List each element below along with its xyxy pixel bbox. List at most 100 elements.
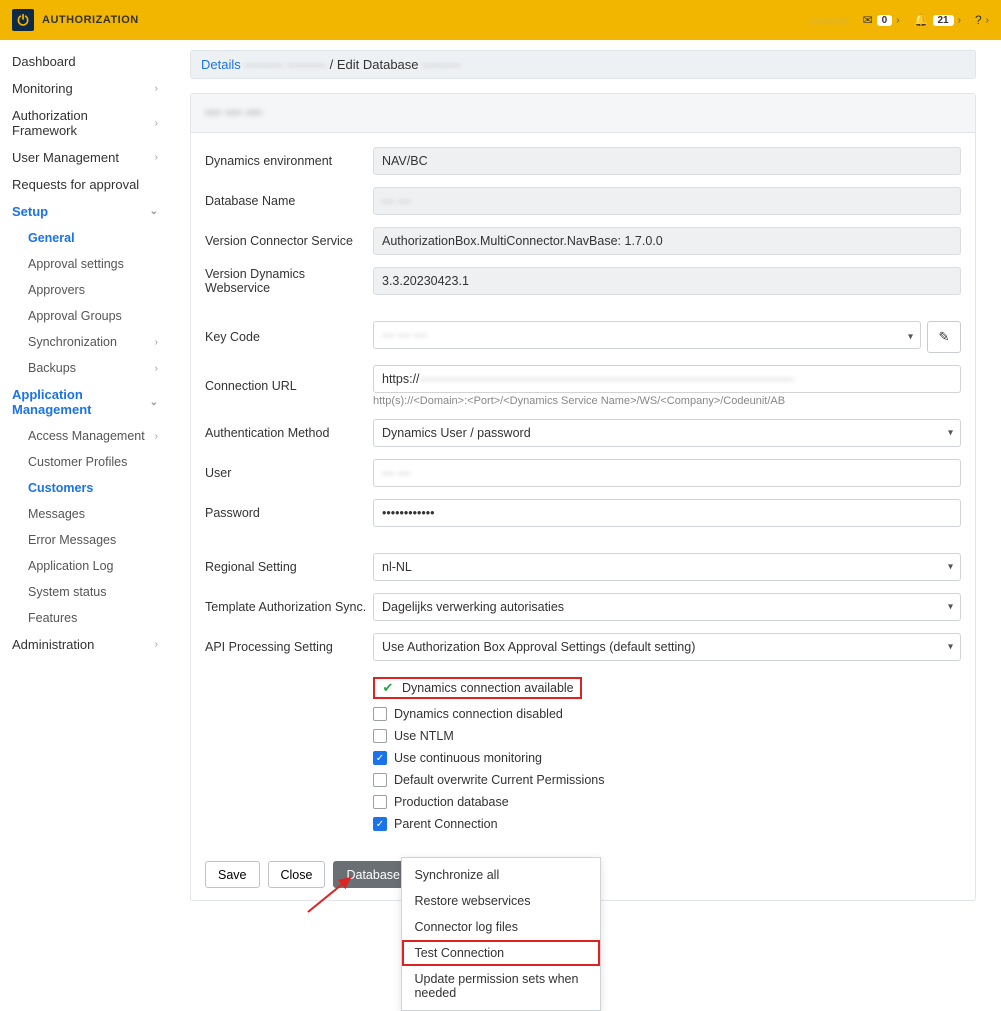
breadcrumb-sep: / [330,57,337,72]
sidebar-item-general[interactable]: General [0,225,170,251]
sidebar-item-synchronization[interactable]: Synchronization› [0,329,170,355]
chevron-right-icon: › [155,152,158,163]
check-label: Dynamics connection available [402,681,574,695]
row-template-sync: Template Authorization Sync. Dagelijks v… [205,587,961,627]
checkbox-overwrite[interactable] [373,773,387,787]
mail-icon: ✉ [863,13,873,27]
help-button[interactable]: ? › [975,13,989,27]
template-sync-select[interactable]: Dagelijks verwerking autorisaties [373,593,961,621]
drop-sync-all[interactable]: Synchronize all [402,862,600,888]
database-dropdown-wrap: Database ▸ Synchronize all Restore webse… [333,861,423,888]
topbar: ⏻ AUTHORIZATION ——— ✉ 0 › 🔔 21 › ? › [0,0,1001,40]
regional-select[interactable]: nl-NL [373,553,961,581]
row-dyn-env: Dynamics environment NAV/BC [205,141,961,181]
chevron-right-icon: › [896,15,899,26]
sidebar-item-dashboard[interactable]: Dashboard [0,48,170,75]
check-parent-conn-row[interactable]: ✓ Parent Connection [373,813,961,835]
topbar-left: ⏻ AUTHORIZATION [12,9,139,31]
label-ver-conn: Version Connector Service [205,234,373,248]
panel-body: Dynamics environment NAV/BC Database Nam… [191,133,975,849]
drop-restore-ws[interactable]: Restore webservices [402,888,600,914]
check-cont-mon-row[interactable]: ✓ Use continuous monitoring [373,747,961,769]
check-conn-disabled-row[interactable]: Dynamics connection disabled [373,703,961,725]
row-keycode: Key Code — — — ✎ [205,315,961,359]
save-button[interactable]: Save [205,861,260,888]
checkbox-parent-conn[interactable]: ✓ [373,817,387,831]
form-panel: — — — Dynamics environment NAV/BC Databa… [190,93,976,901]
sidebar-item-user-mgmt[interactable]: User Management › [0,144,170,171]
check-label: Use NTLM [394,729,454,743]
checkbox-conn-disabled[interactable] [373,707,387,721]
sidebar-item-messages[interactable]: Messages [0,501,170,527]
sidebar-item-label: Synchronization [28,335,117,349]
sidebar-item-approval-settings[interactable]: Approval settings [0,251,170,277]
user-input[interactable]: — — [373,459,961,487]
panel-title: — — — [205,104,262,121]
button-row: Save Close Database ▸ Synchronize all Re… [191,849,975,900]
sidebar-item-system-status[interactable]: System status [0,579,170,605]
sidebar-item-monitoring[interactable]: Monitoring› [0,75,170,102]
row-auth-method: Authentication Method Dynamics User / pa… [205,413,961,453]
drop-conn-logs[interactable]: Connector log files [402,914,600,940]
sidebar-item-error-messages[interactable]: Error Messages [0,527,170,553]
sidebar-item-approval-groups[interactable]: Approval Groups [0,303,170,329]
sidebar-item-app-log[interactable]: Application Log [0,553,170,579]
bell-icon: 🔔 [914,13,929,27]
sidebar-item-label: Approvers [28,283,85,297]
label-user: User [205,466,373,480]
sidebar-item-label: General [28,231,75,245]
brand-name: AUTHORIZATION [42,14,139,26]
sidebar-item-setup[interactable]: Setup ⌄ [0,198,170,225]
sidebar-item-label: Setup [12,204,48,219]
breadcrumb-redacted: ——— ——— [244,57,326,72]
layout: Dashboard Monitoring› Authorization Fram… [0,40,1001,941]
sidebar-item-label: User Management [12,150,119,165]
highlight-conn-avail: ✔ Dynamics connection available [373,677,582,699]
drop-test-conn[interactable]: Test Connection [402,940,600,966]
sidebar-item-app-mgmt[interactable]: Application Management⌄ [0,381,170,423]
mail-button[interactable]: ✉ 0 › [863,13,900,27]
check-ntlm-row[interactable]: Use NTLM [373,725,961,747]
sidebar-item-customer-profiles[interactable]: Customer Profiles [0,449,170,475]
sidebar-item-requests[interactable]: Requests for approval [0,171,170,198]
sidebar-item-label: Approval Groups [28,309,122,323]
label-dyn-env: Dynamics environment [205,154,373,168]
check-overwrite-row[interactable]: Default overwrite Current Permissions [373,769,961,791]
sidebar-item-label: Monitoring [12,81,73,96]
bell-button[interactable]: 🔔 21 › [914,13,961,27]
breadcrumb-details-link[interactable]: Details [201,57,241,72]
label-conn-url: Connection URL [205,379,373,393]
conn-url-input[interactable]: https://—————————————————————————————— [373,365,961,393]
check-prod-db-row[interactable]: Production database [373,791,961,813]
chevron-down-icon: ⌄ [150,206,158,217]
sidebar-item-approvers[interactable]: Approvers [0,277,170,303]
main-content: Details ——— ——— / Edit Database ——— — — … [170,40,990,941]
checkbox-prod-db[interactable] [373,795,387,809]
sidebar-item-label: Customers [28,481,93,495]
keycode-select[interactable]: — — — [373,321,921,349]
sidebar-item-customers[interactable]: Customers [0,475,170,501]
sidebar-item-auth-framework[interactable]: Authorization Framework› [0,102,170,144]
check-label: Dynamics connection disabled [394,707,563,721]
check-conn-avail-row: ✔ Dynamics connection available [373,673,961,703]
sidebar-item-administration[interactable]: Administration› [0,631,170,658]
api-proc-select[interactable]: Use Authorization Box Approval Settings … [373,633,961,661]
conn-url-redacted: —————————————————————————————— [420,372,795,386]
password-input[interactable]: •••••••••••• [373,499,961,527]
drop-update-perm[interactable]: Update permission sets when needed [402,966,600,1006]
mail-count: 0 [877,15,893,26]
edit-keycode-button[interactable]: ✎ [927,321,961,353]
value-db-name: — — [373,187,961,215]
sidebar-item-label: Application Log [28,559,113,573]
close-button[interactable]: Close [268,861,326,888]
checkbox-cont-mon[interactable]: ✓ [373,751,387,765]
check-label: Use continuous monitoring [394,751,542,765]
checkbox-ntlm[interactable] [373,729,387,743]
auth-method-select[interactable]: Dynamics User / password [373,419,961,447]
row-api-proc: API Processing Setting Use Authorization… [205,627,961,667]
sidebar-item-access-mgmt[interactable]: Access Management› [0,423,170,449]
sidebar-item-backups[interactable]: Backups› [0,355,170,381]
sidebar-item-features[interactable]: Features [0,605,170,631]
topbar-right: ——— ✉ 0 › 🔔 21 › ? › [810,13,989,28]
sidebar-item-label: Approval settings [28,257,124,271]
